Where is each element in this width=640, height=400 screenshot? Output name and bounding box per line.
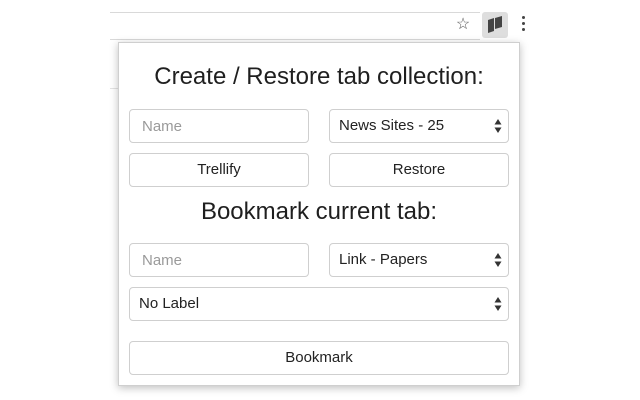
- extension-popup: Create / Restore tab collection: News Si…: [118, 42, 520, 386]
- label-select-value: No Label: [139, 295, 200, 312]
- select-arrows-icon: [494, 253, 502, 267]
- bookmark-heading: Bookmark current tab:: [200, 198, 438, 225]
- label-select[interactable]: No Label: [129, 287, 509, 321]
- bookmark-list-select[interactable]: Link - Papers: [329, 243, 509, 277]
- browser-toolbar: ☆: [110, 10, 540, 40]
- trellify-button[interactable]: Trellify: [129, 153, 309, 187]
- kebab-menu-icon[interactable]: [518, 16, 528, 34]
- collection-name-input[interactable]: [129, 109, 309, 143]
- page-divider: [110, 88, 118, 89]
- bookmark-list-select-value: Link - Papers: [339, 251, 428, 268]
- restore-button[interactable]: Restore: [329, 153, 509, 187]
- select-arrows-icon: [494, 297, 502, 311]
- address-bar[interactable]: [110, 12, 480, 40]
- select-arrows-icon: [494, 119, 502, 133]
- trello-extension-icon[interactable]: [482, 12, 508, 38]
- collection-heading: Create / Restore tab collection:: [154, 63, 484, 90]
- bookmark-button[interactable]: Bookmark: [129, 341, 509, 375]
- collection-select[interactable]: News Sites - 25: [329, 109, 509, 143]
- collection-select-value: News Sites - 25: [339, 117, 445, 134]
- star-icon[interactable]: ☆: [454, 16, 472, 34]
- bookmark-name-input[interactable]: [129, 243, 309, 277]
